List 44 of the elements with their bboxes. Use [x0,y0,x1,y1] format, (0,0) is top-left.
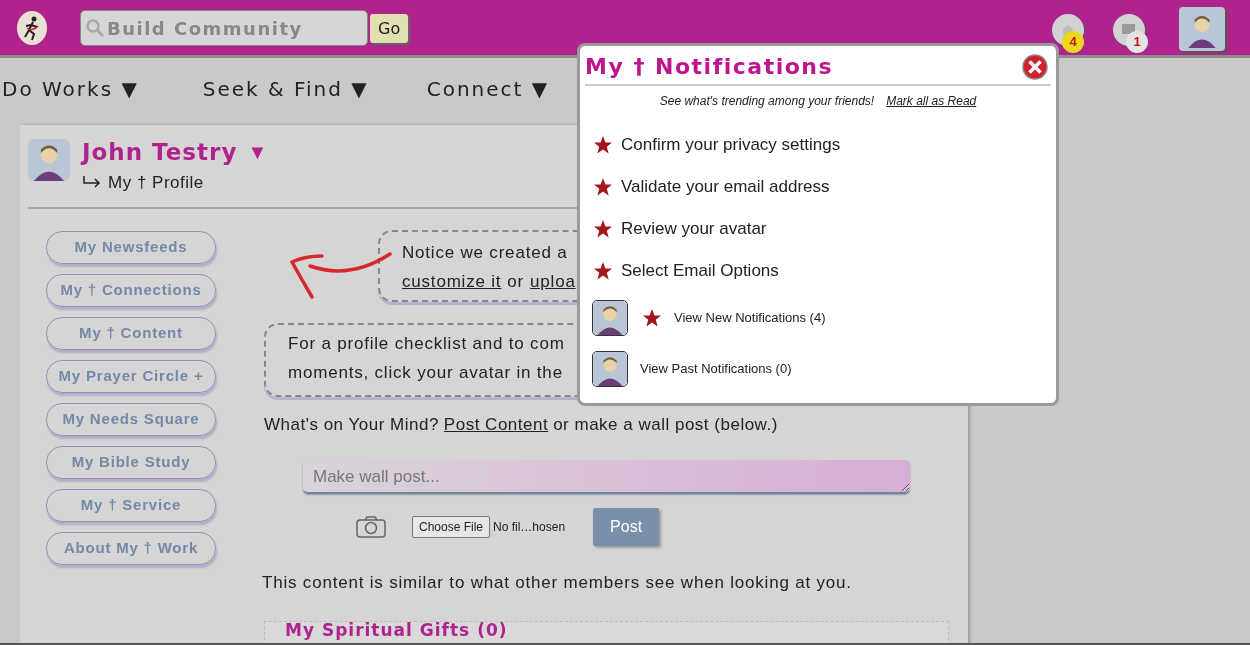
star-icon [593,135,613,155]
nav-menu-item[interactable]: Do Works ▼ [2,74,139,104]
choose-file-button[interactable]: Choose File [412,515,491,538]
notification-item[interactable]: Select Email Options [621,258,779,284]
star-icon [593,261,613,281]
notification-link[interactable]: View Past Notifications (0) [640,358,792,379]
post-content-link[interactable]: Post Content [443,412,549,438]
camera-icon[interactable] [356,515,386,538]
search-field[interactable]: Build Community [80,10,368,46]
notification-count: 4 [1062,31,1084,53]
runner-logo-icon[interactable] [16,10,48,46]
popup-subtitle: See what's trending among your friends! [659,93,875,110]
wall-post-field[interactable]: Make wall post... [303,459,910,494]
popup-title: My † Notifications [585,53,834,81]
notice-text: moments, click your avatar in the [288,362,563,384]
visibility-note: This content is similar to what other members see when looking at you. [262,571,852,594]
profile-name[interactable]: John Testry [82,135,238,170]
mark-all-read-link[interactable]: Mark all as Read [886,92,977,110]
message-count: 1 [1126,31,1148,53]
return-arrow-icon [82,175,102,190]
upload-link[interactable]: uploa [530,267,576,296]
section-title: My Spiritual Gifts (0) [285,622,508,639]
file-status: No fil…hosen [493,518,566,536]
customize-link[interactable]: customize it [402,267,502,296]
caret-icon[interactable]: ▼ [247,137,268,168]
friend-avatar [593,351,627,386]
post-prompt: What's on Your Mind? Post Content or make a wall post (below.) [264,412,778,438]
go-button[interactable]: Go [370,14,409,43]
notification-link[interactable]: View New Notifications (4) [674,307,826,328]
notification-item[interactable]: Confirm your privacy settings [621,132,841,158]
close-icon[interactable] [1022,53,1048,80]
notification-item[interactable]: Review your avatar [621,216,767,242]
notification-item[interactable]: Validate your email address [621,174,830,200]
curved-arrow-icon [290,250,393,300]
notice-text: Notice we created a [402,242,568,264]
notice-text: or [507,271,525,293]
nav-menu-item[interactable]: Seek & Find ▼ [202,74,369,104]
star-icon [593,219,613,239]
profile-link[interactable]: My † Profile [108,169,204,195]
search-icon [85,18,105,38]
notice-text: For a profile checklist and to com [288,333,565,355]
nav-menu-item[interactable]: Connect ▼ [426,74,550,104]
star-icon [593,177,613,197]
friend-avatar [593,300,627,335]
